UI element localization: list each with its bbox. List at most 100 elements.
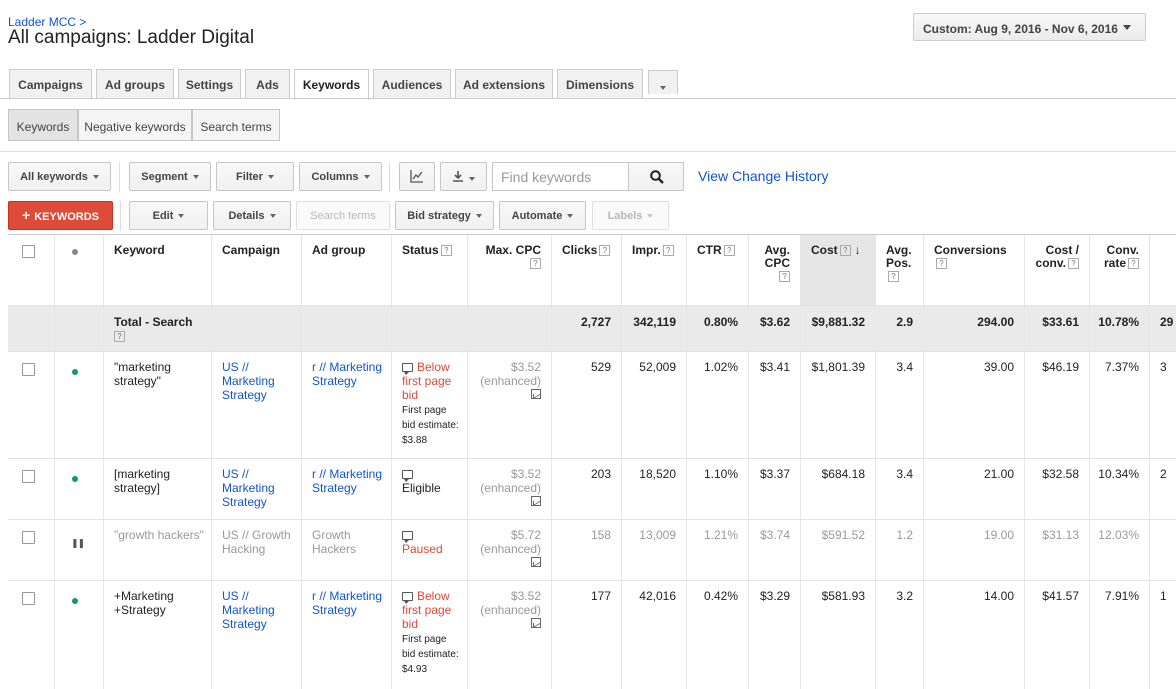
header-cost-conv[interactable]: Cost / conv.? — [1025, 235, 1090, 305]
header-campaign[interactable]: Campaign — [212, 235, 302, 305]
row-checkbox[interactable] — [22, 592, 35, 605]
help-icon[interactable]: ? — [839, 245, 851, 256]
row-clicks: 529 — [552, 352, 622, 458]
header-status[interactable]: Status? — [392, 235, 468, 305]
help-icon[interactable]: ? — [599, 245, 611, 256]
bid-simulator-icon[interactable] — [531, 389, 541, 399]
row-ad-group-link[interactable]: r // Marketing Strategy — [302, 352, 392, 458]
header-impr[interactable]: Impr.? — [622, 235, 687, 305]
automate-dropdown[interactable]: Automate — [499, 201, 586, 230]
bid-simulator-icon[interactable] — [531, 496, 541, 506]
row-max-cpc[interactable]: $3.52 (enhanced) — [468, 581, 552, 689]
row-cost-conv: $31.13 — [1025, 520, 1090, 580]
header-avg-pos[interactable]: Avg. Pos.? — [876, 235, 924, 305]
help-icon[interactable]: ? — [530, 258, 541, 269]
select-all-checkbox[interactable] — [22, 245, 35, 258]
tab-ad-groups[interactable]: Ad groups — [96, 69, 174, 98]
row-keyword[interactable]: "marketing strategy" — [104, 352, 212, 458]
help-icon[interactable]: ? — [114, 331, 125, 342]
row-status[interactable]: Eligible — [392, 459, 468, 519]
details-dropdown[interactable]: Details — [213, 201, 291, 230]
row-campaign-link[interactable]: US // Marketing Strategy — [212, 459, 302, 519]
row-campaign-link[interactable]: US // Marketing Strategy — [212, 352, 302, 458]
help-icon[interactable]: ? — [888, 271, 899, 282]
total-status — [392, 306, 468, 351]
all-keywords-dropdown[interactable]: All keywords — [8, 162, 111, 191]
tab-keywords[interactable]: Keywords — [294, 69, 369, 100]
search-terms-button[interactable]: Search terms — [296, 201, 390, 230]
labels-dropdown[interactable]: Labels — [592, 201, 669, 230]
tab-dimensions[interactable]: Dimensions — [557, 69, 643, 98]
bid-simulator-icon[interactable] — [531, 557, 541, 567]
tab-settings[interactable]: Settings — [178, 69, 241, 98]
search-button[interactable] — [628, 162, 684, 191]
help-icon[interactable]: ? — [779, 271, 790, 282]
chevron-down-icon — [469, 177, 475, 182]
header-conv-rate[interactable]: Conv. rate? — [1090, 235, 1150, 305]
row-ad-group-link[interactable]: r // Marketing Strategy — [302, 459, 392, 519]
header-max-cpc[interactable]: Max. CPC? — [468, 235, 552, 305]
chevron-down-icon — [269, 214, 276, 219]
chevron-down-icon — [567, 214, 574, 219]
edit-dropdown[interactable]: Edit — [129, 201, 208, 230]
find-keywords-input[interactable]: Find keywords — [492, 162, 629, 191]
row-avg-pos: 3.2 — [876, 581, 924, 689]
header-keyword[interactable]: Keyword — [104, 235, 212, 305]
download-dropdown[interactable] — [440, 162, 487, 191]
row-keyword[interactable]: "growth hackers" — [104, 520, 212, 580]
row-campaign-link[interactable]: US // Marketing Strategy — [212, 581, 302, 689]
row-status[interactable]: Below first page bid First page bid esti… — [392, 352, 468, 458]
row-max-cpc[interactable]: $5.72 (enhanced) — [468, 520, 552, 580]
columns-dropdown[interactable]: Columns — [299, 162, 382, 191]
help-icon[interactable]: ? — [440, 245, 452, 256]
view-change-history-link[interactable]: View Change History — [698, 168, 828, 184]
header-ctr[interactable]: CTR? — [687, 235, 749, 305]
row-campaign-link[interactable]: US // Growth Hacking — [212, 520, 302, 580]
add-keywords-button[interactable]: + KEYWORDS — [8, 201, 113, 230]
row-keyword[interactable]: [marketing strategy] — [104, 459, 212, 519]
row-checkbox[interactable] — [22, 531, 35, 544]
subtab-negative-keywords[interactable]: Negative keywords — [78, 109, 192, 141]
enabled-status-icon — [72, 369, 78, 375]
bid-strategy-dropdown[interactable]: Bid strategy — [395, 201, 494, 230]
chart-toggle-button[interactable] — [399, 162, 435, 191]
row-status[interactable]: Below first page bid First page bid esti… — [392, 581, 468, 689]
bid-simulator-icon[interactable] — [531, 618, 541, 628]
row-max-cpc[interactable]: $3.52 (enhanced) — [468, 459, 552, 519]
help-icon[interactable]: ? — [1128, 258, 1139, 269]
status-text: Paused — [402, 542, 443, 556]
segment-dropdown[interactable]: Segment — [129, 162, 211, 191]
more-tabs-button[interactable] — [648, 70, 678, 94]
total-ad-group — [302, 306, 392, 351]
avg-pos-header-label: Avg. — [886, 243, 912, 257]
date-range-picker[interactable]: Custom: Aug 9, 2016 - Nov 6, 2016 — [913, 13, 1146, 41]
total-select-cell — [8, 306, 55, 351]
header-cost[interactable]: Cost? ↓ — [801, 235, 876, 305]
tab-audiences[interactable]: Audiences — [373, 69, 451, 98]
status-note: First page bid estimate: $4.93 — [402, 634, 459, 675]
header-conversions[interactable]: Conversions? — [924, 235, 1025, 305]
row-status[interactable]: Paused — [392, 520, 468, 580]
row-ad-group-link[interactable]: Growth Hackers — [302, 520, 392, 580]
subtab-keywords[interactable]: Keywords — [8, 109, 78, 141]
line-chart-icon — [410, 170, 423, 183]
table-header-row: Keyword Campaign Ad group Status? Max. C… — [8, 235, 1176, 306]
row-ad-group-link[interactable]: r // Marketing Strategy — [302, 581, 392, 689]
header-clicks[interactable]: Clicks? — [552, 235, 622, 305]
help-icon[interactable]: ? — [662, 245, 674, 256]
row-checkbox[interactable] — [22, 363, 35, 376]
header-ad-group[interactable]: Ad group — [302, 235, 392, 305]
row-avg-pos: 1.2 — [876, 520, 924, 580]
filter-dropdown[interactable]: Filter — [216, 162, 294, 191]
row-keyword[interactable]: +Marketing +Strategy — [104, 581, 212, 689]
subtab-search-terms[interactable]: Search terms — [192, 109, 280, 141]
tab-campaigns[interactable]: Campaigns — [9, 69, 92, 98]
tab-ad-extensions[interactable]: Ad extensions — [455, 69, 553, 98]
help-icon[interactable]: ? — [936, 258, 947, 269]
row-checkbox[interactable] — [22, 470, 35, 483]
help-icon[interactable]: ? — [723, 245, 735, 256]
tab-ads[interactable]: Ads — [245, 69, 290, 98]
row-max-cpc[interactable]: $3.52 (enhanced) — [468, 352, 552, 458]
header-avg-cpc[interactable]: Avg. CPC? — [749, 235, 801, 305]
help-icon[interactable]: ? — [1068, 258, 1079, 269]
